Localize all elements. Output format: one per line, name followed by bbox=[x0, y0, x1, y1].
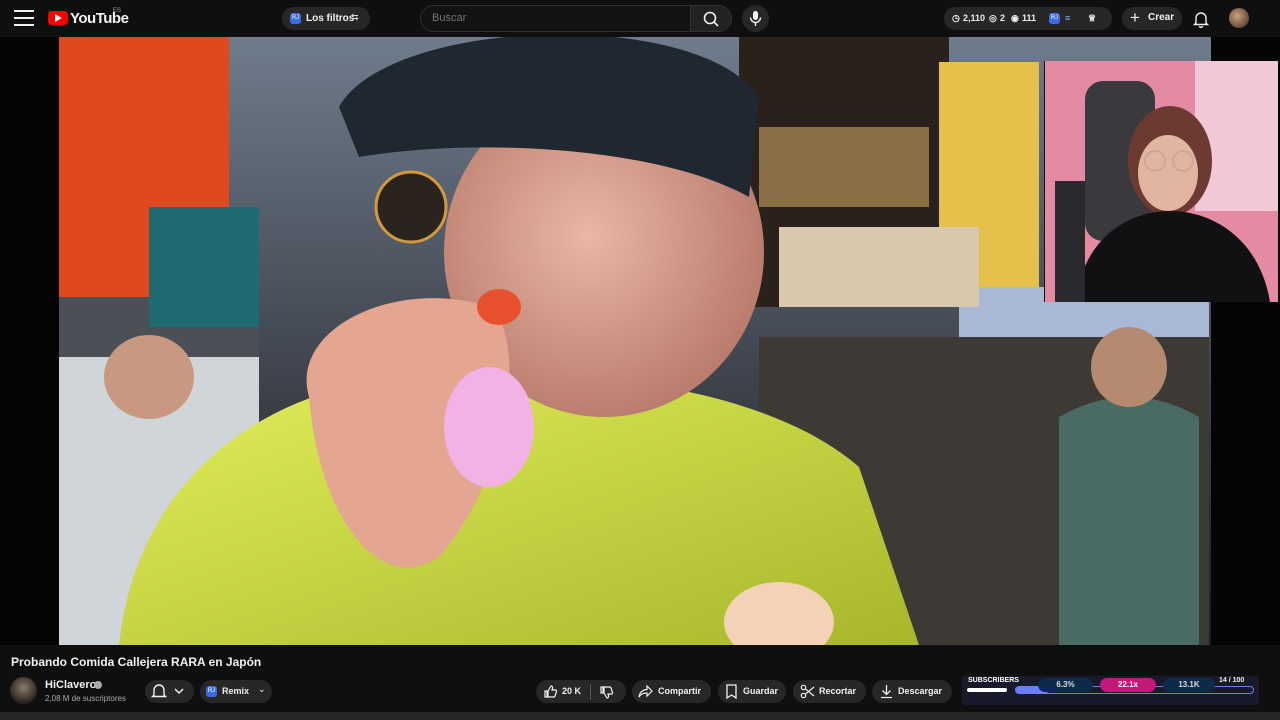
notifications-bell-icon[interactable] bbox=[1192, 10, 1210, 33]
menu-icon[interactable] bbox=[14, 10, 34, 26]
avatar[interactable] bbox=[1229, 8, 1249, 28]
voice-search-button[interactable] bbox=[742, 5, 769, 32]
notification-settings-button[interactable] bbox=[145, 680, 194, 703]
verified-icon bbox=[94, 681, 102, 689]
video-frame-image[interactable] bbox=[59, 37, 1211, 645]
swap-icon: ⇆ bbox=[351, 12, 359, 22]
search-input[interactable] bbox=[432, 12, 682, 24]
channel-name[interactable]: HiClavero bbox=[45, 679, 96, 691]
search-button[interactable] bbox=[690, 5, 732, 32]
share-icon bbox=[638, 684, 653, 698]
download-icon bbox=[881, 685, 892, 699]
bottom-strip bbox=[0, 712, 1280, 720]
clip-label: Recortar bbox=[819, 686, 857, 696]
share-label: Compartir bbox=[658, 686, 702, 696]
like-divider bbox=[590, 684, 591, 700]
overlay-subscribers-label: SUBSCRIBERS bbox=[968, 677, 1019, 684]
filters-label: Los filtros bbox=[306, 13, 355, 24]
subscriber-count: 2,08 M de suscriptores bbox=[45, 694, 126, 703]
chevron-down-icon: ⌄ bbox=[258, 684, 266, 694]
overlay-count: 14 / 100 bbox=[1219, 677, 1245, 684]
create-label: Crear bbox=[1148, 12, 1175, 23]
scissors-icon bbox=[800, 684, 815, 699]
webcam-overlay bbox=[1044, 61, 1278, 302]
country-code: ES bbox=[113, 8, 122, 14]
thumbs-down-icon[interactable] bbox=[599, 685, 614, 700]
download-label: Descargar bbox=[898, 686, 943, 696]
stat-count: 2 bbox=[1000, 13, 1006, 23]
overlay-chip-multiplier: 22.1x bbox=[1100, 678, 1156, 692]
view-icon: ◉ bbox=[1011, 13, 1019, 23]
youtube-logo-icon[interactable] bbox=[48, 11, 68, 25]
like-count[interactable]: 20 K bbox=[562, 686, 581, 696]
search-icon bbox=[703, 11, 719, 27]
overlay-chip-views: 13.1K bbox=[1163, 678, 1215, 692]
thumbs-up-icon[interactable] bbox=[543, 684, 558, 699]
stat-views: 2,110 bbox=[963, 13, 986, 23]
clock-icon: ◷ bbox=[952, 13, 960, 23]
list-icon[interactable]: ≡ bbox=[1065, 13, 1070, 23]
channel-avatar[interactable] bbox=[10, 677, 37, 704]
extension-badge-icon[interactable]: RJ bbox=[1049, 13, 1060, 24]
save-label: Guardar bbox=[743, 686, 779, 696]
overlay-subscribers-bar bbox=[967, 688, 1007, 692]
trophy-icon[interactable]: ♕ bbox=[1088, 13, 1096, 24]
remix-label: Remix bbox=[222, 686, 250, 696]
eye-icon: ◎ bbox=[989, 13, 997, 23]
stat-watchers: 111 bbox=[1022, 13, 1037, 23]
bookmark-icon bbox=[726, 684, 737, 699]
bell-icon bbox=[150, 684, 184, 698]
extension-icon: RJ bbox=[290, 13, 301, 24]
overlay-chip-percent: 6.3% bbox=[1038, 678, 1093, 692]
video-title: Probando Comida Callejera RARA en Japón bbox=[11, 655, 262, 669]
microphone-icon bbox=[749, 11, 762, 26]
plus-icon: + bbox=[1130, 8, 1140, 27]
remix-extension-icon: RJ bbox=[206, 686, 217, 697]
